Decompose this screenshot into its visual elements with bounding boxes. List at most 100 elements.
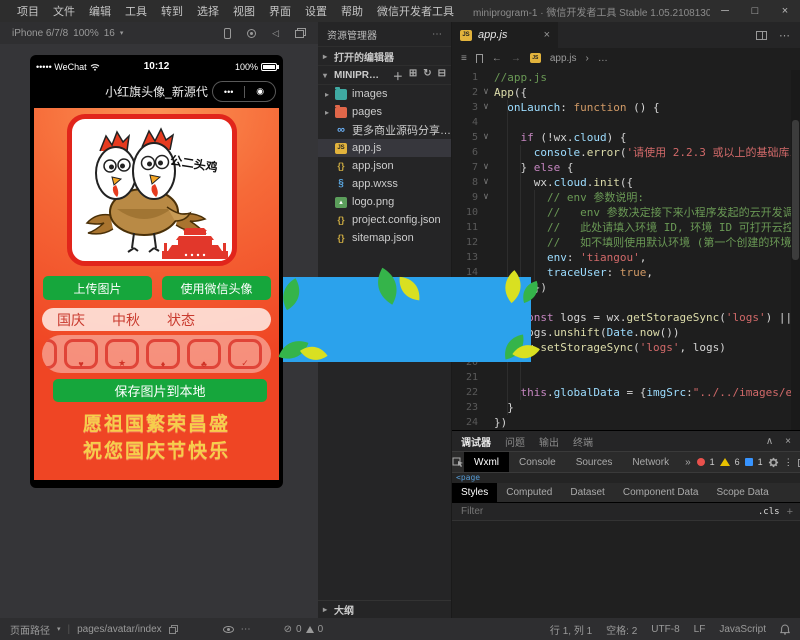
more-dots-icon[interactable]: ••• (224, 87, 233, 97)
menu-item-帮助[interactable]: 帮助 (334, 3, 370, 19)
breadcrumb-file[interactable]: app.js (550, 53, 577, 64)
phone-tab-中秋[interactable]: 中秋 (112, 310, 140, 330)
wxml-tree-partial[interactable]: <page (452, 473, 800, 483)
copy-icon[interactable] (169, 625, 178, 634)
code-line-7[interactable]: 7∨ } else { (452, 160, 800, 175)
file-app.wxss[interactable]: §app.wxss (318, 175, 451, 193)
code-line-23[interactable]: 23 } (452, 400, 800, 415)
problems-summary[interactable]: ⊘ 0 0 (284, 624, 324, 635)
more-tabs-icon[interactable]: » (679, 457, 697, 468)
fold-arrow-icon[interactable]: ∨ (478, 100, 494, 115)
fold-arrow-icon[interactable]: ∨ (478, 175, 494, 190)
hamburger-icon[interactable]: ≡ (461, 53, 467, 64)
editor-more-icon[interactable]: ⋯ (779, 29, 790, 42)
exit-target-icon[interactable]: ◉ (256, 86, 264, 97)
open-editors-section[interactable]: ▸ 打开的编辑器 (318, 46, 451, 65)
close-icon[interactable]: × (785, 436, 791, 447)
debugger-tab-调试器[interactable]: 调试器 (461, 434, 491, 449)
devtools-tab-Console[interactable]: Console (509, 452, 566, 472)
collapse-icon[interactable]: ∧ (766, 436, 773, 447)
project-section[interactable]: ▾ MINIPROGRAM-1 ＋ ⊞ ↻ ⊟ (318, 65, 451, 85)
code-line-21[interactable]: 21 (452, 370, 800, 385)
close-tab-icon[interactable]: × (544, 29, 550, 41)
devtools-tab-Sources[interactable]: Sources (566, 452, 623, 472)
capsule-menu[interactable]: ••• ◉ (212, 81, 276, 102)
close-button[interactable]: × (770, 0, 800, 22)
sticker-frame-4[interactable]: ♣ (187, 339, 221, 369)
sticker-frame-partial[interactable] (42, 339, 57, 369)
page-path-value[interactable]: pages/avatar/index (77, 624, 162, 635)
code-line-22[interactable]: 22 this.globalData = {imgSrc:"../../imag… (452, 385, 800, 400)
eye-icon[interactable] (223, 626, 234, 633)
error-badge-icon[interactable] (697, 458, 705, 466)
avatar-preview-card[interactable]: 公二头鸡 (67, 114, 237, 266)
code-line-3[interactable]: 3∨ onLaunch: function () { (452, 100, 800, 115)
menu-item-选择[interactable]: 选择 (190, 3, 226, 19)
menu-item-界面[interactable]: 界面 (262, 3, 298, 19)
encoding-setting[interactable]: UTF-8 (651, 624, 679, 635)
file-app.js[interactable]: JSapp.js (318, 139, 451, 157)
code-line-2[interactable]: 2∨App({ (452, 85, 800, 100)
menu-item-微信开发者工具[interactable]: 微信开发者工具 (370, 3, 461, 19)
editor-tab-appjs[interactable]: JS app.js × (452, 22, 558, 48)
upload-image-button[interactable]: 上传图片 (43, 276, 152, 300)
devtools-tab-Wxml[interactable]: Wxml (464, 452, 509, 472)
scrollbar-thumb[interactable] (792, 120, 799, 260)
file-pages[interactable]: ▸pages (318, 103, 451, 121)
code-line-9[interactable]: 9∨ // env 参数说明: (452, 190, 800, 205)
phone-tab-状态[interactable]: 状态 (167, 310, 195, 330)
save-image-button[interactable]: 保存图片到本地 (53, 379, 267, 402)
split-editor-icon[interactable] (756, 31, 767, 40)
cursor-position[interactable]: 行 1, 列 1 (550, 622, 592, 637)
code-line-4[interactable]: 4 (452, 115, 800, 130)
sticker-frame-5[interactable]: ✓ (228, 339, 262, 369)
menu-item-工具[interactable]: 工具 (118, 3, 154, 19)
maximize-button[interactable]: □ (740, 0, 770, 22)
collapse-all-icon[interactable]: ⊟ (438, 68, 446, 83)
outline-section[interactable]: ▸ 大纲 (318, 600, 451, 618)
styles-tab-Component Data[interactable]: Component Data (614, 483, 708, 502)
file-sitemap.json[interactable]: {}sitemap.json (318, 229, 451, 247)
styles-tab-Computed[interactable]: Computed (497, 483, 561, 502)
gear-icon[interactable] (768, 457, 779, 468)
editor-scrollbar[interactable] (791, 70, 800, 430)
add-style-icon[interactable]: + (787, 506, 793, 518)
fold-arrow-icon[interactable]: ∨ (478, 130, 494, 145)
use-wechat-avatar-button[interactable]: 使用微信头像 (162, 276, 271, 300)
code-line-1[interactable]: 1//app.js (452, 70, 800, 85)
bell-icon[interactable] (780, 624, 790, 635)
menu-item-项目[interactable]: 项目 (10, 3, 46, 19)
phone-tab-国庆[interactable]: 国庆 (57, 310, 85, 330)
code-line-6[interactable]: 6 console.error('请使用 2.2.3 或以上的基础库以使用云能力… (452, 145, 800, 160)
new-file-icon[interactable]: ＋ (393, 68, 403, 83)
code-line-10[interactable]: 10 // env 参数决定接下来小程序发起的云开发调用 (wx.cloud.x… (452, 205, 800, 220)
info-badge-icon[interactable] (745, 458, 753, 466)
language-mode[interactable]: JavaScript (719, 624, 766, 635)
file-project.config.json[interactable]: {}project.config.json (318, 211, 451, 229)
sticker-frame-1[interactable]: ♥ (64, 339, 98, 369)
back-arrow-icon[interactable]: ← (492, 53, 502, 64)
menu-item-文件[interactable]: 文件 (46, 3, 82, 19)
file-logo.png[interactable]: ▴logo.png (318, 193, 451, 211)
filter-input[interactable] (459, 505, 758, 518)
sticker-frame-2[interactable]: ★ (105, 339, 139, 369)
code-line-24[interactable]: 24}) (452, 415, 800, 430)
code-line-5[interactable]: 5∨ if (!wx.cloud) { (452, 130, 800, 145)
new-folder-icon[interactable]: ⊞ (409, 68, 417, 83)
warning-badge-icon[interactable] (720, 458, 730, 466)
styles-tab-Styles[interactable]: Styles (452, 483, 497, 502)
device-selector[interactable]: iPhone 6/7/8 100% 16 ▾ (12, 28, 123, 39)
fold-arrow-icon[interactable]: ∨ (478, 160, 494, 175)
menu-item-转到[interactable]: 转到 (154, 3, 190, 19)
file-images[interactable]: ▸images (318, 85, 451, 103)
menu-item-编辑[interactable]: 编辑 (82, 3, 118, 19)
menu-item-视图[interactable]: 视图 (226, 3, 262, 19)
debugger-tab-输出[interactable]: 输出 (539, 434, 559, 449)
eol-setting[interactable]: LF (694, 624, 706, 635)
styles-tab-Dataset[interactable]: Dataset (561, 483, 613, 502)
code-line-12[interactable]: 12 // 如不填则使用默认环境 (第一个创建的环境) (452, 235, 800, 250)
code-line-11[interactable]: 11 // 此处请填入环境 ID, 环境 ID 可打开云控制台查看 (452, 220, 800, 235)
device-icon[interactable] (224, 28, 231, 39)
fold-arrow-icon[interactable]: ∨ (478, 85, 494, 100)
record-icon[interactable] (247, 29, 256, 38)
